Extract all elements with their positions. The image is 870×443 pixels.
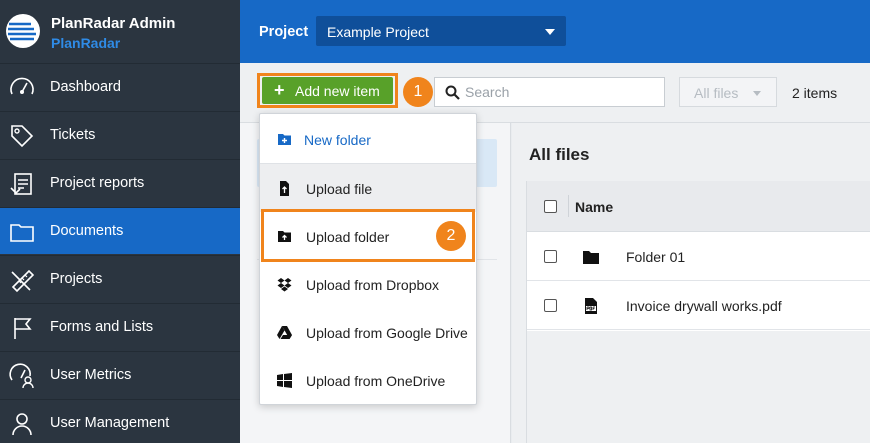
windows-icon (277, 373, 292, 388)
sidebar-item-user-management[interactable]: User Management (0, 399, 240, 443)
sidebar-item-documents[interactable]: Documents (0, 207, 240, 254)
item-count: 2 items (792, 85, 838, 101)
menu-item-upload-from-google-drive[interactable]: Upload from Google Drive (260, 308, 476, 356)
projects-ruler-icon (11, 269, 35, 293)
ticket-tag-icon (11, 125, 34, 148)
add-new-item-button[interactable]: + Add new item (262, 77, 393, 104)
files-table: Name Folder 01 Invoice drywall works.pdf (526, 181, 870, 443)
project-label: Project (259, 24, 309, 40)
file-name: Folder 01 (626, 249, 686, 265)
search-box[interactable] (434, 77, 665, 107)
sidebar: PlanRadar Admin PlanRadar Dashboard Tick… (0, 0, 240, 443)
new-folder-icon (278, 134, 291, 145)
sidebar-item-label: Project reports (50, 175, 145, 191)
search-input[interactable] (465, 78, 660, 106)
table-header: Name (527, 181, 870, 232)
plus-icon: + (274, 80, 285, 100)
sidebar-item-project-reports[interactable]: Project reports (0, 159, 240, 206)
sidebar-item-label: Dashboard (50, 79, 121, 95)
menu-item-label: Upload from OneDrive (306, 373, 446, 389)
menu-item-upload-file[interactable]: Upload file (260, 164, 476, 212)
sidebar-item-forms-and-lists[interactable]: Forms and Lists (0, 303, 240, 350)
sidebar-item-label: User Management (50, 415, 170, 431)
column-header-name[interactable]: Name (575, 199, 613, 215)
sidebar-item-label: User Metrics (50, 367, 132, 383)
row-checkbox[interactable] (544, 250, 557, 263)
sidebar-item-label: Forms and Lists (50, 319, 154, 335)
brand[interactable]: PlanRadar Admin PlanRadar (0, 0, 240, 63)
brand-title: PlanRadar Admin (51, 15, 176, 32)
planradar-logo-icon (6, 14, 40, 48)
report-icon (10, 173, 32, 195)
search-icon (445, 85, 460, 100)
sidebar-item-dashboard[interactable]: Dashboard (0, 63, 240, 110)
menu-item-label: Upload file (306, 181, 373, 197)
page-title: All files (529, 145, 590, 164)
add-new-item-label: Add new item (295, 83, 380, 99)
select-all-checkbox[interactable] (544, 200, 557, 213)
brand-subtitle: PlanRadar (51, 35, 121, 51)
user-management-icon (12, 413, 32, 436)
sidebar-item-user-metrics[interactable]: User Metrics (0, 351, 240, 398)
step-badge-2: 2 (436, 221, 466, 251)
menu-item-new-folder[interactable]: New folder (260, 115, 476, 163)
step-badge-1: 1 (403, 77, 433, 107)
folder-icon (10, 224, 34, 242)
table-empty-area (527, 331, 870, 443)
top-bar: Project Example Project (240, 0, 870, 63)
folder-icon (583, 251, 599, 264)
upload-file-icon (280, 181, 289, 196)
sidebar-item-tickets[interactable]: Tickets (0, 111, 240, 158)
file-name: Invoice drywall works.pdf (626, 298, 782, 314)
filter-value: All files (694, 85, 739, 101)
chevron-down-icon (753, 91, 761, 96)
project-select-value: Example Project (327, 24, 429, 40)
menu-item-label: New folder (304, 132, 371, 148)
flag-icon (14, 318, 32, 339)
pdf-file-icon (585, 298, 597, 314)
menu-item-label: Upload from Dropbox (306, 277, 440, 293)
menu-item-upload-from-onedrive[interactable]: Upload from OneDrive (260, 356, 476, 404)
dashboard-gauge-icon (10, 77, 34, 95)
sidebar-item-projects[interactable]: Projects (0, 255, 240, 302)
files-filter-select[interactable]: All files (679, 77, 777, 107)
sidebar-item-label: Projects (50, 271, 103, 287)
menu-item-upload-from-dropbox[interactable]: Upload from Dropbox (260, 260, 476, 308)
main-panel: All files Name Folder 01 Invoice drywall… (512, 123, 870, 443)
chevron-down-icon (545, 29, 555, 35)
user-metrics-icon (9, 363, 34, 389)
table-row[interactable]: Folder 01 (527, 232, 870, 281)
google-drive-icon (277, 326, 292, 339)
column-divider (568, 195, 569, 217)
sidebar-item-label: Documents (50, 223, 124, 239)
table-row[interactable]: Invoice drywall works.pdf (527, 281, 870, 330)
menu-item-label: Upload from Google Drive (306, 325, 468, 341)
dropbox-icon (277, 278, 292, 292)
project-select[interactable]: Example Project (316, 16, 566, 46)
sidebar-item-label: Tickets (50, 127, 96, 143)
row-checkbox[interactable] (544, 299, 557, 312)
